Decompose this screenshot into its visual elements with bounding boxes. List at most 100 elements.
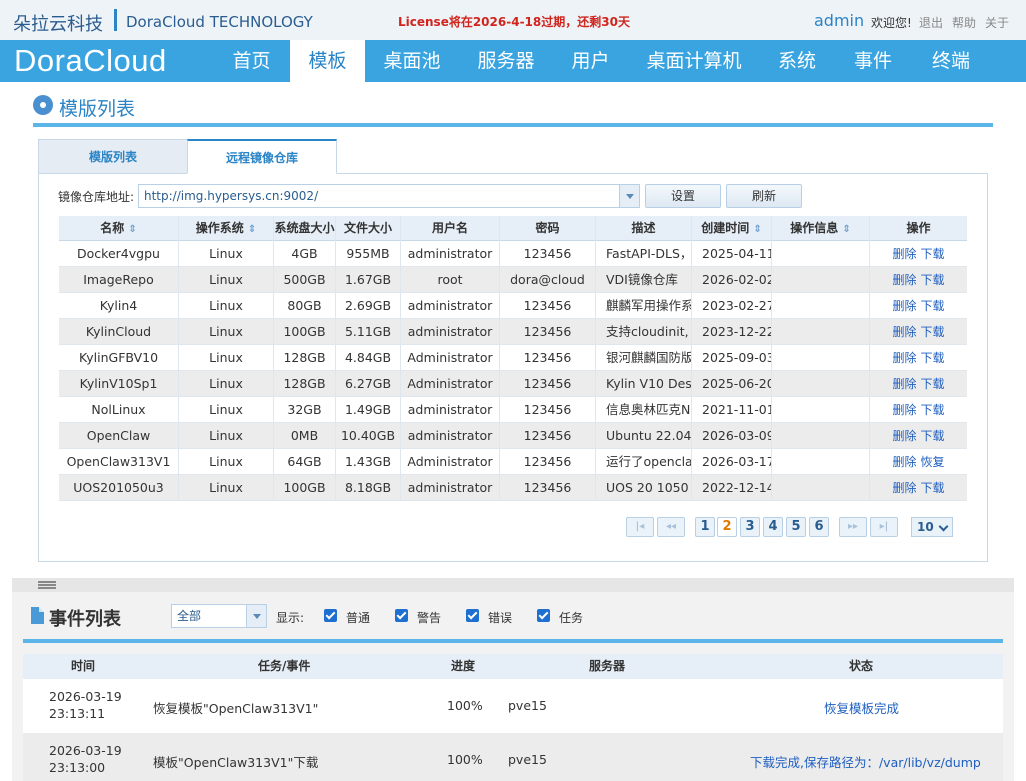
cell-os: Linux — [179, 293, 274, 319]
delete-link[interactable]: 删除 — [892, 351, 916, 365]
nav-item-templates[interactable]: 模板 — [290, 40, 365, 82]
table-row[interactable]: NolLinux Linux 32GB 1.49GB administrator 1234… — [59, 397, 967, 423]
delete-link[interactable]: 删除 — [892, 481, 916, 495]
doracloud-logo[interactable]: DoraCloud — [14, 43, 167, 79]
nav-item-terminals[interactable]: 终端 — [918, 40, 984, 82]
col-header-name[interactable]: 名称 ⇕ — [59, 216, 179, 241]
cell-actions: 删除 下载 — [870, 319, 967, 345]
checkbox-normal[interactable] — [324, 609, 337, 622]
col-header-description[interactable]: 描述 — [596, 216, 692, 241]
cell-user: Administrator — [401, 371, 500, 397]
checkbox-warning-label: 警告 — [417, 611, 442, 625]
checkbox-error[interactable] — [466, 609, 479, 622]
table-row[interactable]: OpenClaw Linux 0MB 10.40GB administrator 1234… — [59, 423, 967, 449]
page-size-select[interactable]: 10 — [911, 517, 953, 537]
logout-link[interactable]: 退出 — [919, 14, 943, 31]
film-reel-icon — [33, 95, 53, 115]
download-link[interactable]: 下载 — [921, 247, 945, 261]
cell-size: 955MB — [336, 241, 401, 267]
download-link[interactable]: 下载 — [921, 299, 945, 313]
cell-size: 8.18GB — [336, 475, 401, 501]
set-button[interactable]: 设置 — [645, 184, 721, 208]
nav-item-desktop-pool[interactable]: 桌面池 — [371, 40, 453, 82]
download-link[interactable]: 下载 — [921, 429, 945, 443]
page-button[interactable]: 3 — [740, 517, 760, 537]
first-page-icon[interactable]: |◂ — [626, 517, 654, 537]
delete-link[interactable]: 删除 — [892, 455, 916, 469]
table-row[interactable]: KylinV10Sp1 Linux 128GB 6.27GB Administrator… — [59, 371, 967, 397]
cell-user: Administrator — [401, 345, 500, 371]
prev-page-icon[interactable]: ◂◂ — [657, 517, 685, 537]
event-time: 23:13:11 — [49, 706, 106, 721]
cell-pwd: dora@cloud — [500, 267, 596, 293]
delete-link[interactable]: 删除 — [892, 247, 916, 261]
cell-pwd: 123456 — [500, 475, 596, 501]
next-page-icon[interactable]: ▸▸ — [839, 517, 867, 537]
delete-link[interactable]: 删除 — [892, 325, 916, 339]
cell-desc: FastAPI-DLS，H — [596, 241, 692, 267]
checkbox-warning[interactable] — [395, 609, 408, 622]
col-header-created[interactable]: 创建时间 ⇕ — [692, 216, 772, 241]
col-header-os[interactable]: 操作系统 ⇕ — [179, 216, 274, 241]
delete-link[interactable]: 删除 — [892, 273, 916, 287]
last-page-icon[interactable]: ▸| — [870, 517, 898, 537]
dropdown-arrow-icon[interactable] — [619, 185, 639, 207]
refresh-button[interactable]: 刷新 — [726, 184, 802, 208]
event-server: pve15 — [508, 752, 547, 767]
tab-template-list[interactable]: 模版列表 — [38, 139, 188, 174]
nav-item-servers[interactable]: 服务器 — [465, 40, 547, 82]
table-row[interactable]: UOS201050u3 Linux 100GB 8.18GB administrator… — [59, 475, 967, 501]
cell-disk: 100GB — [274, 475, 336, 501]
checkbox-task-label: 任务 — [559, 611, 584, 625]
event-server: pve15 — [508, 698, 547, 713]
drag-handle-icon[interactable] — [38, 581, 56, 589]
col-header-password[interactable]: 密码 — [500, 216, 596, 241]
col-header-disk[interactable]: 系统盘大小 — [274, 216, 336, 241]
cell-pwd: 123456 — [500, 319, 596, 345]
col-header-size[interactable]: 文件大小 — [336, 216, 401, 241]
dropdown-arrow-icon[interactable] — [246, 605, 266, 627]
help-link[interactable]: 帮助 — [952, 14, 976, 31]
cell-disk: 64GB — [274, 449, 336, 475]
delete-link[interactable]: 删除 — [892, 377, 916, 391]
download-link[interactable]: 下载 — [921, 273, 945, 287]
tab-remote-repo[interactable]: 远程镜像仓库 — [187, 139, 337, 174]
about-link[interactable]: 关于 — [985, 14, 1009, 31]
restore-link[interactable]: 恢复 — [921, 455, 945, 469]
table-row[interactable]: KylinGFBV10 Linux 128GB 4.84GB Administrator… — [59, 345, 967, 371]
page-button[interactable]: 2 — [717, 517, 737, 537]
page-button[interactable]: 5 — [786, 517, 806, 537]
download-link[interactable]: 下载 — [921, 403, 945, 417]
page-button[interactable]: 1 — [695, 517, 715, 537]
download-link[interactable]: 下载 — [921, 325, 945, 339]
delete-link[interactable]: 删除 — [892, 299, 916, 313]
delete-link[interactable]: 删除 — [892, 403, 916, 417]
repo-url-combobox[interactable]: http://img.hypersys.cn:9002/ — [138, 184, 640, 208]
table-row[interactable]: Kylin4 Linux 80GB 2.69GB administrator 123456… — [59, 293, 967, 319]
delete-link[interactable]: 删除 — [892, 429, 916, 443]
event-filter-select[interactable]: 全部 — [171, 604, 267, 628]
checkbox-task[interactable] — [537, 609, 550, 622]
page-button[interactable]: 6 — [809, 517, 829, 537]
table-row[interactable]: Docker4vgpu Linux 4GB 955MB administrator 123… — [59, 241, 967, 267]
nav-item-users[interactable]: 用户 — [558, 40, 623, 82]
table-row[interactable]: KylinCloud Linux 100GB 5.11GB administrator 1… — [59, 319, 967, 345]
cell-os: Linux — [179, 371, 274, 397]
username-link[interactable]: admin — [814, 11, 864, 30]
nav-item-system[interactable]: 系统 — [764, 40, 830, 82]
nav-item-home[interactable]: 首页 — [215, 40, 288, 82]
page-button[interactable]: 4 — [763, 517, 783, 537]
col-header-username[interactable]: 用户名 — [401, 216, 500, 241]
nav-item-desktop-computers[interactable]: 桌面计算机 — [636, 40, 752, 82]
brand-divider — [114, 9, 117, 31]
panel-splitter[interactable] — [12, 578, 1014, 592]
table-row[interactable]: OpenClaw313V1 Linux 64GB 1.43GB Administrato… — [59, 449, 967, 475]
cell-user: Administrator — [401, 449, 500, 475]
download-link[interactable]: 下载 — [921, 377, 945, 391]
cell-created: 2025-06-20 — [692, 371, 772, 397]
nav-item-events[interactable]: 事件 — [840, 40, 906, 82]
table-row[interactable]: ImageRepo Linux 500GB 1.67GB root dora@cloud V… — [59, 267, 967, 293]
col-header-info[interactable]: 操作信息 ⇕ — [772, 216, 870, 241]
download-link[interactable]: 下载 — [921, 351, 945, 365]
download-link[interactable]: 下载 — [921, 481, 945, 495]
